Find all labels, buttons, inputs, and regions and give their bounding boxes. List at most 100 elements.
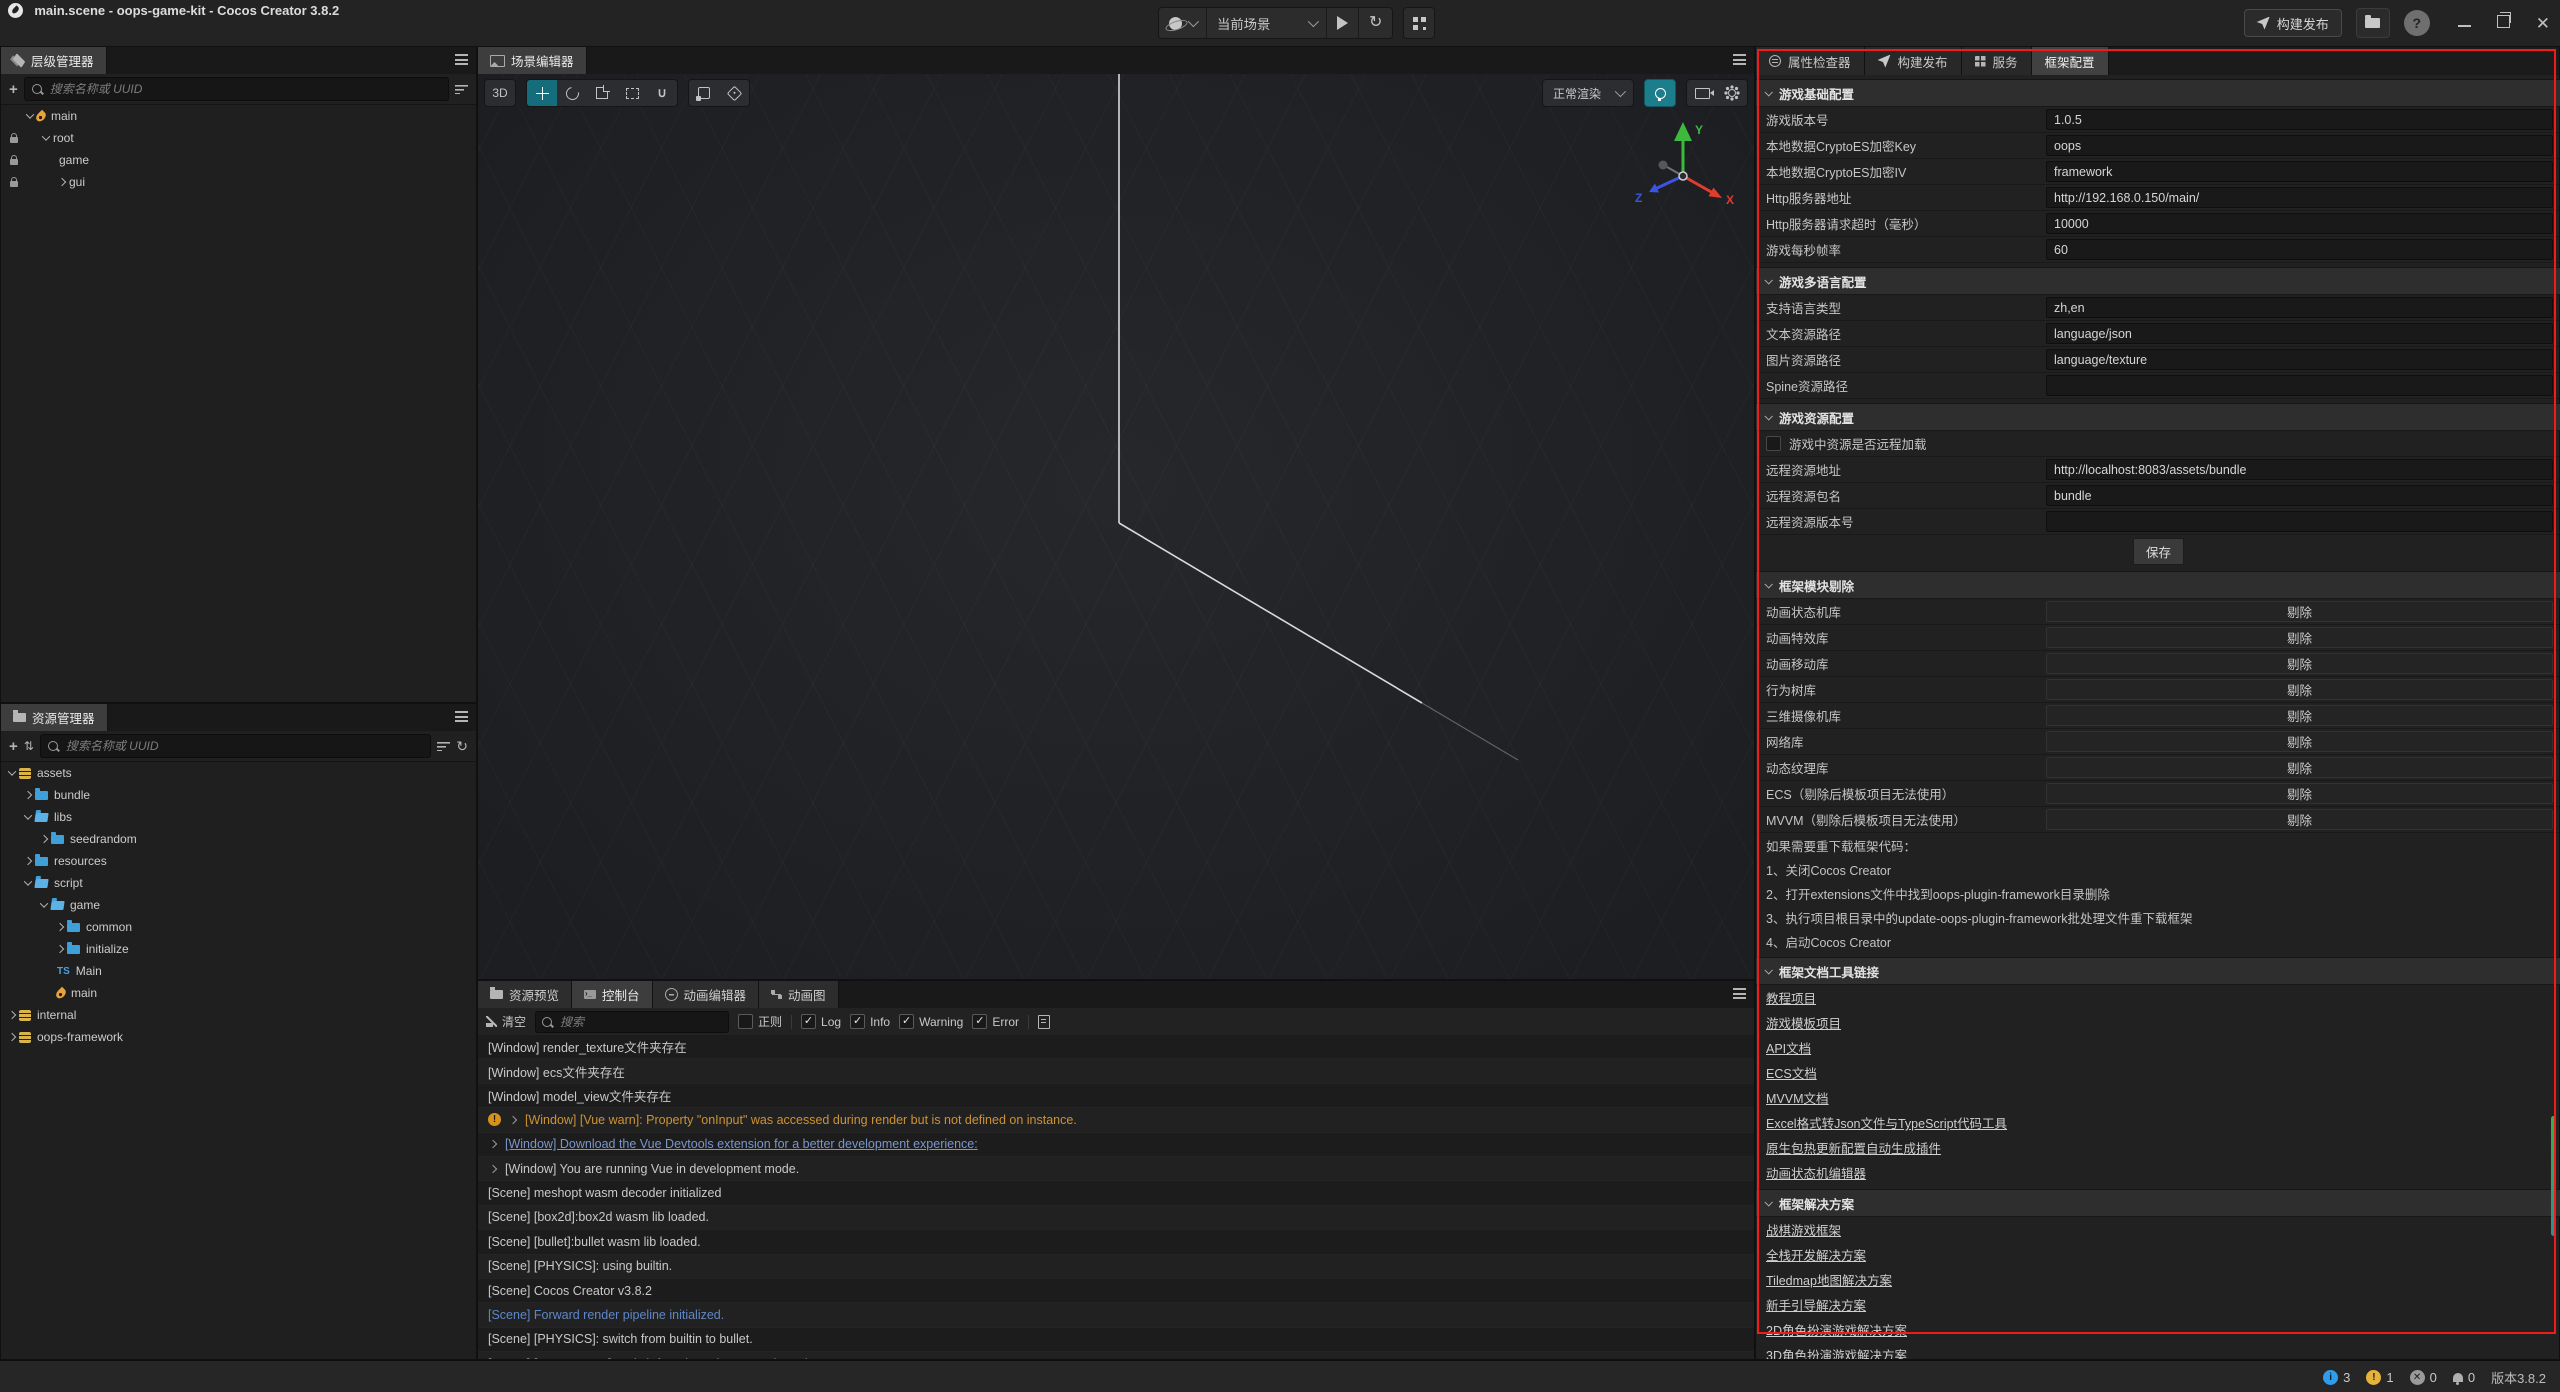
tree-node[interactable]: game [1,894,476,916]
assets-search[interactable] [40,734,431,758]
doc-link[interactable]: 2D角色扮演游戏解决方案 [1756,1317,2560,1342]
menu-item[interactable] [66,34,86,38]
console-tab[interactable]: 动画图 [759,981,839,1008]
help-button[interactable]: ? [2404,10,2430,36]
remove-button[interactable]: 剔除 [2046,601,2553,622]
console-tab[interactable]: 动画编辑器 [653,981,760,1008]
tab-hierarchy[interactable]: 层级管理器 [1,47,107,74]
filter-icon[interactable] [455,85,468,94]
field-input[interactable]: framework [2046,161,2553,182]
warning-count[interactable]: ! 1 [2366,1370,2393,1385]
remove-button[interactable]: 剔除 [2046,809,2553,830]
menu-item[interactable] [46,34,66,38]
expand-arrow-icon[interactable] [5,1012,19,1018]
console-search[interactable] [535,1011,729,1033]
tab-scene-editor[interactable]: 场景编辑器 [478,47,587,74]
lock-icon[interactable] [10,137,18,143]
console-tab[interactable]: 控制台 [572,981,653,1008]
expand-arrow-icon[interactable] [21,858,35,864]
remove-button[interactable]: 剔除 [2046,627,2553,648]
scrollbar-thumb[interactable] [2551,1116,2556,1236]
section-header[interactable]: 游戏基础配置 [1756,79,2560,107]
expand-arrow-icon[interactable] [5,770,19,776]
camera-settings-button[interactable] [1687,80,1717,106]
tree-node[interactable]: common [1,916,476,938]
panel-menu-icon[interactable] [1733,988,1746,999]
render-mode-select[interactable]: 正常渲染 [1542,79,1634,107]
coordinate-button[interactable] [719,80,749,106]
hierarchy-search[interactable] [24,77,449,101]
clear-console-button[interactable]: 清空 [486,1013,526,1030]
notification-count[interactable]: 0 [2453,1370,2475,1385]
field-input[interactable]: http://localhost:8083/assets/bundle [2046,459,2553,480]
doc-link[interactable]: 3D角色扮演游戏解决方案 [1756,1342,2560,1359]
rect-tool-button[interactable] [617,80,647,106]
tree-node[interactable]: libs [1,806,476,828]
refresh-icon[interactable]: ↻ [456,739,468,753]
inspector-tab[interactable]: 属性检查器 [1756,47,1865,75]
save-button[interactable]: 保存 [2133,538,2184,565]
pivot-button[interactable] [689,80,719,106]
field-input[interactable]: language/json [2046,323,2553,344]
field-input[interactable]: 10000 [2046,213,2553,234]
expand-arrow-icon[interactable] [53,924,67,930]
menu-item[interactable] [126,34,146,38]
field-input[interactable]: http://192.168.0.150/main/ [2046,187,2553,208]
lock-icon[interactable] [10,181,18,187]
preview-target-button[interactable] [1159,8,1207,38]
doc-link[interactable]: 新手引导解决方案 [1756,1292,2560,1317]
assets-search-input[interactable] [64,738,423,754]
log-row[interactable]: ! [Window] render_texture文件夹存在 [478,1035,1754,1059]
inspector-tab[interactable]: 框架配置 [2032,47,2109,75]
tree-node[interactable]: resources [1,850,476,872]
field-input[interactable]: 1.0.5 [2046,109,2553,130]
doc-link[interactable]: 动画状态机编辑器 [1756,1160,2560,1185]
scene-settings-button[interactable] [1717,80,1747,106]
section-header[interactable]: 框架模块剔除 [1756,571,2560,599]
menu-item[interactable] [6,34,26,38]
field-input[interactable]: bundle [2046,485,2553,506]
close-button[interactable]: ✕ [2536,15,2550,32]
expand-arrow-icon[interactable] [37,902,51,908]
play-button[interactable] [1327,8,1359,38]
log-row[interactable]: ! [Window] ecs文件夹存在 [478,1059,1754,1083]
tree-node[interactable]: game [1,149,476,171]
create-asset-button[interactable]: + [9,739,18,754]
tree-node[interactable]: internal [1,1004,476,1026]
regex-checkbox[interactable]: 正则 [738,1013,782,1030]
scene-select[interactable]: 当前场景 [1207,8,1327,38]
remove-button[interactable]: 剔除 [2046,783,2553,804]
field-input[interactable]: zh,en [2046,297,2553,318]
field-input[interactable] [2046,375,2553,396]
field-input[interactable]: 60 [2046,239,2553,260]
section-header[interactable]: 游戏资源配置 [1756,403,2560,431]
log-filter-checkbox[interactable]: Info [850,1014,890,1029]
tree-node[interactable]: gui [1,171,476,193]
console-tab[interactable]: 资源预览 [478,981,572,1008]
export-log-icon[interactable] [1038,1015,1050,1029]
doc-link[interactable]: 教程项目 [1756,985,2560,1010]
tree-node[interactable]: root [1,127,476,149]
log-row[interactable]: ! [Scene] [PHYSICS]: using builtin. [478,1255,1754,1279]
log-filter-checkbox[interactable]: Log [801,1014,841,1029]
expand-arrow-icon[interactable] [5,1034,19,1040]
doc-link[interactable]: Excel格式转Json文件与TypeScript代码工具 [1756,1110,2560,1135]
remove-button[interactable]: 剔除 [2046,705,2553,726]
expand-arrow-icon[interactable] [21,792,35,798]
log-row[interactable]: ! [Scene] [bullet]:bullet wasm lib loade… [478,1230,1754,1254]
log-row[interactable]: ! [Scene] Cocos Creator v3.8.2 [478,1279,1754,1303]
remove-button[interactable]: 剔除 [2046,653,2553,674]
doc-link[interactable]: 全栈开发解决方案 [1756,1242,2560,1267]
doc-link[interactable]: Tiledmap地图解决方案 [1756,1267,2560,1292]
doc-link[interactable]: 原生包热更新配置自动生成插件 [1756,1135,2560,1160]
remove-button[interactable]: 剔除 [2046,731,2553,752]
tree-node[interactable]: oops-framework [1,1026,476,1048]
checkbox[interactable] [1766,436,1781,451]
build-publish-button[interactable]: 构建发布 [2244,9,2342,37]
move-tool-button[interactable] [527,80,557,106]
restart-button[interactable]: ↻ [1359,8,1392,38]
expand-chevron-icon[interactable] [489,1164,497,1172]
inspector-tab[interactable]: 构建发布 [1865,47,1962,75]
field-input[interactable]: language/texture [2046,349,2553,370]
minimize-button[interactable] [2458,25,2471,27]
